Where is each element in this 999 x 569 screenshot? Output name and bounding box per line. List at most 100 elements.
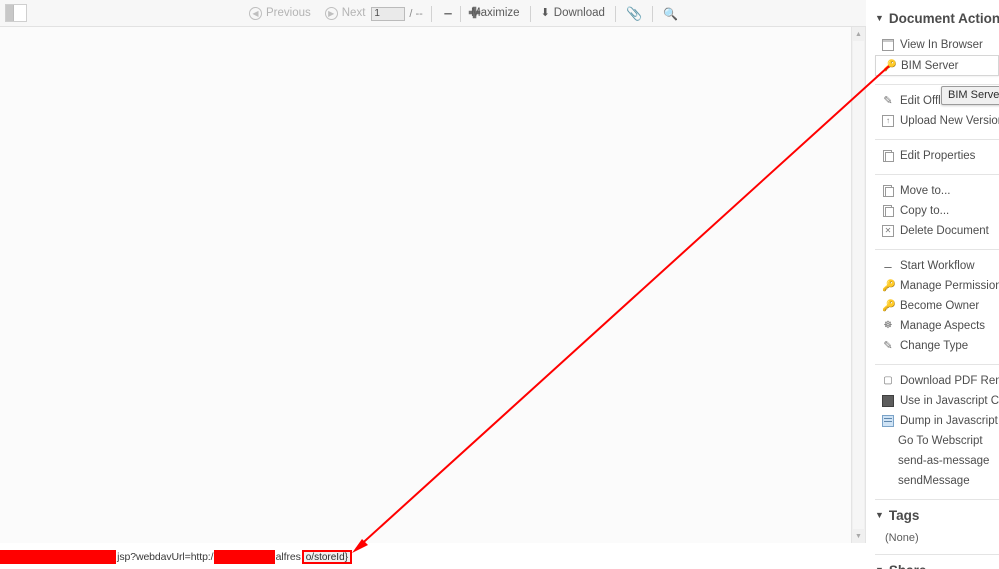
action-item-label: Upload New Version: [900, 115, 999, 127]
paperclip-icon: 📎: [625, 6, 643, 21]
tags-title: Tags: [888, 508, 920, 523]
redaction-block: [214, 550, 275, 564]
action-item-label: Dump in Javascript Console: [900, 415, 999, 427]
maximize-button[interactable]: Maximize: [469, 6, 522, 22]
sidebar-toggle-left-pane: [6, 5, 14, 21]
section-divider: [875, 84, 999, 85]
sidebar-toggle-icon[interactable]: [5, 4, 27, 22]
toolbar-divider: [614, 5, 616, 22]
action-item-send-as-message[interactable]: send-as-message: [875, 451, 999, 471]
action-item-manage-permissions[interactable]: 🔑 Manage Permissions: [875, 276, 999, 296]
action-item-start-workflow[interactable]: ⚊ Start Workflow: [875, 256, 999, 276]
document-viewer-column: ◀ Previous ▶ Next / -- – ✚ Maximize: [0, 0, 866, 569]
document-preview-area: ▲ ▼: [0, 27, 866, 543]
action-item-label: Go To Webscript: [898, 435, 983, 447]
action-item-manage-aspects[interactable]: ☸ Manage Aspects: [875, 316, 999, 336]
document-actions-header[interactable]: ▼ Document Actions: [875, 0, 999, 35]
attachment-button[interactable]: 📎: [624, 5, 644, 22]
action-item-label: Become Owner: [900, 300, 980, 312]
arrow-right-circle-icon: ▶: [324, 7, 338, 20]
action-item-label: send-as-message: [898, 455, 990, 467]
application-root: ◀ Previous ▶ Next / -- – ✚ Maximize: [0, 0, 999, 569]
section-divider: [875, 174, 999, 175]
next-page-button[interactable]: ▶ Next: [323, 5, 368, 22]
previous-page-button[interactable]: ◀ Previous: [247, 5, 313, 22]
action-item-change-type[interactable]: ✎ Change Type: [875, 336, 999, 356]
edit-properties-icon: [882, 150, 894, 162]
key-icon: 🔑: [882, 280, 896, 292]
action-group: Edit Properties: [875, 146, 999, 170]
scrollbar-thumb[interactable]: [853, 41, 864, 529]
tags-value: (None): [885, 532, 919, 544]
share-header[interactable]: ▼ Share: [875, 561, 999, 569]
action-item-go-to-webscript[interactable]: Go To Webscript: [875, 431, 999, 451]
url-segment-1: jsp?webdavUrl=http:/: [117, 551, 214, 563]
scroll-up-arrow-icon[interactable]: ▲: [852, 27, 865, 41]
action-item-label: Delete Document: [900, 225, 989, 237]
delete-icon: ✕: [882, 225, 894, 237]
action-item-move-to[interactable]: Move to...: [875, 181, 999, 201]
section-divider: [875, 554, 999, 555]
action-item-use-in-javascript-console[interactable]: Use in Javascript Console: [875, 391, 999, 411]
document-actions-title: Document Actions: [888, 11, 999, 26]
aspects-icon: ☸: [883, 320, 893, 331]
copy-icon: [882, 185, 894, 197]
section-divider: [875, 139, 999, 140]
action-item-label: Download PDF Rendition: [900, 375, 999, 387]
document-page: [0, 27, 851, 543]
page-total-label: / --: [409, 7, 423, 20]
vertical-scrollbar[interactable]: ▲ ▼: [851, 27, 865, 543]
status-bar: jsp?webdavUrl=http:/ alfres o/storeId}: [0, 543, 866, 569]
action-item-copy-to[interactable]: Copy to...: [875, 201, 999, 221]
maximize-label: Maximize: [471, 6, 520, 19]
console-icon: [882, 395, 894, 407]
page-number-input[interactable]: [371, 6, 406, 21]
search-button[interactable]: 🔍: [661, 6, 680, 22]
chevron-down-icon[interactable]: ▼: [875, 511, 884, 520]
copy-icon: [882, 205, 894, 217]
action-item-download-pdf-rendition[interactable]: ▢ Download PDF Rendition: [875, 371, 999, 391]
previous-page-label: Previous: [266, 6, 311, 19]
viewer-actions-group: Maximize ⬇ Download 📎 🔍: [452, 0, 680, 27]
highlighted-token: o/storeId}: [301, 550, 352, 564]
action-group: ▢ Download PDF Rendition Use in Javascript…: [875, 371, 999, 495]
action-item-label: Change Type: [900, 340, 969, 352]
view-in-browser-icon: [882, 39, 894, 51]
key-icon: 🔑: [883, 59, 897, 72]
upload-icon: ↑: [882, 115, 894, 127]
action-group: ⚊ Start Workflow 🔑 Manage Permissions 🔑 Becom…: [875, 256, 999, 360]
action-item-label: BIM Server: [901, 59, 959, 72]
action-item-label: sendMessage: [898, 475, 970, 487]
console-blue-icon: [882, 415, 894, 427]
section-divider: [875, 364, 999, 365]
action-item-become-owner[interactable]: 🔑 Become Owner: [875, 296, 999, 316]
arrow-left-circle-icon: ◀: [249, 7, 262, 20]
download-label: Download: [553, 6, 605, 19]
section-divider: [875, 249, 999, 250]
action-item-dump-in-javascript-console[interactable]: Dump in Javascript Console: [875, 411, 999, 431]
action-item-bim-server[interactable]: 🔑 BIM Server: [875, 55, 999, 76]
scroll-down-arrow-icon[interactable]: ▼: [852, 529, 865, 543]
action-item-delete-document[interactable]: ✕ Delete Document: [875, 221, 999, 241]
action-item-edit-properties[interactable]: Edit Properties: [875, 146, 999, 166]
action-item-label: Use in Javascript Console: [900, 395, 999, 407]
action-item-label: Manage Permissions: [900, 280, 999, 292]
workflow-icon: ⚊: [883, 260, 893, 271]
download-button[interactable]: ⬇ Download: [539, 6, 607, 22]
action-group: Move to... Copy to... ✕ Delete Document: [875, 181, 999, 245]
url-segment-2: alfres: [275, 551, 301, 563]
pencil-icon: ✎: [883, 340, 893, 352]
action-item-label: Move to...: [900, 185, 951, 197]
action-item-sendmessage[interactable]: sendMessage: [875, 471, 999, 491]
pencil-icon: ✎: [883, 95, 893, 107]
tags-header[interactable]: ▼ Tags: [875, 506, 999, 532]
action-item-upload-new-version[interactable]: ↑ Upload New Version: [875, 111, 999, 131]
action-item-label: Copy to...: [900, 205, 950, 217]
bim-server-tooltip: BIM Server: [941, 86, 999, 105]
redaction-block: [0, 550, 117, 564]
action-item-view-in-browser[interactable]: View In Browser: [875, 35, 999, 55]
toolbar-divider: [430, 5, 432, 22]
action-group: View In Browser 🔑 BIM Server: [875, 35, 999, 80]
action-item-label: Start Workflow: [900, 260, 975, 272]
chevron-down-icon[interactable]: ▼: [875, 14, 884, 23]
